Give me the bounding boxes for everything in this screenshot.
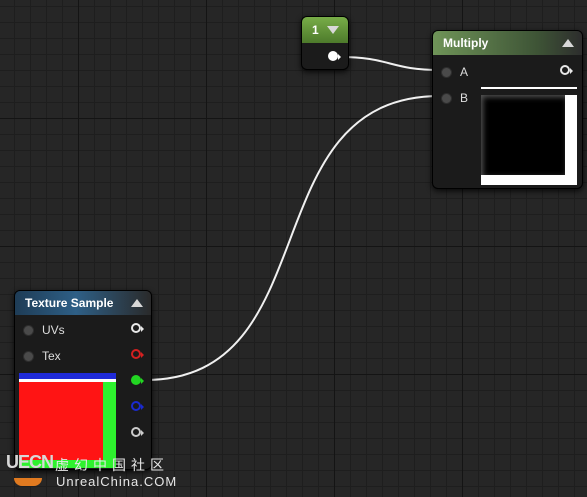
multiply-preview-divider (481, 87, 577, 89)
texture-output-a-pin[interactable] (131, 427, 144, 439)
pin-tex-label: Tex (42, 349, 61, 363)
texture-output-r-pin[interactable] (131, 349, 144, 361)
texture-pin-tex[interactable]: Tex (23, 349, 61, 363)
input-pin-icon[interactable] (23, 324, 34, 336)
collapse-arrow-icon[interactable] (131, 299, 143, 307)
pin-a-label: A (460, 65, 469, 79)
texture-pin-uvs[interactable]: UVs (23, 323, 65, 337)
constant-node[interactable]: 1 (301, 16, 349, 70)
watermark-chinese: 虚幻中国社区 (55, 457, 169, 473)
texture-sample-title: Texture Sample (25, 296, 114, 310)
watermark-logo: UECN (6, 452, 54, 472)
collapse-arrow-icon[interactable] (326, 26, 339, 34)
input-pin-icon[interactable] (23, 350, 34, 362)
texture-sample-header[interactable]: Texture Sample (15, 291, 151, 315)
multiply-output-pin[interactable] (560, 65, 573, 77)
collapse-arrow-icon[interactable] (562, 39, 574, 47)
texture-output-g-pin[interactable] (131, 375, 144, 387)
constant-node-header[interactable]: 1 (302, 17, 348, 43)
texture-output-b-pin[interactable] (131, 401, 144, 413)
multiply-pin-a[interactable]: A (441, 65, 468, 79)
pin-uvs-label: UVs (42, 323, 65, 337)
watermark-site: UnrealChina.COM (56, 474, 178, 489)
constant-output-pin[interactable] (328, 51, 341, 63)
texture-sample-node[interactable]: Texture Sample UVs Tex (14, 290, 152, 470)
pin-b-label: B (460, 91, 469, 105)
multiply-node[interactable]: Multiply A B (432, 30, 583, 189)
constant-value: 1 (312, 23, 319, 37)
texture-output-rgb-pin[interactable] (131, 323, 144, 335)
multiply-title: Multiply (443, 36, 489, 50)
input-pin-icon[interactable] (441, 66, 452, 78)
input-pin-icon[interactable] (441, 92, 452, 104)
multiply-node-header[interactable]: Multiply (433, 31, 582, 55)
multiply-pin-b[interactable]: B (441, 91, 468, 105)
watermark: UECN 虚幻中国社区 UnrealChina.COM (6, 452, 206, 497)
multiply-preview-thumbnail (481, 95, 577, 185)
watermark-logo-mark (14, 478, 42, 486)
